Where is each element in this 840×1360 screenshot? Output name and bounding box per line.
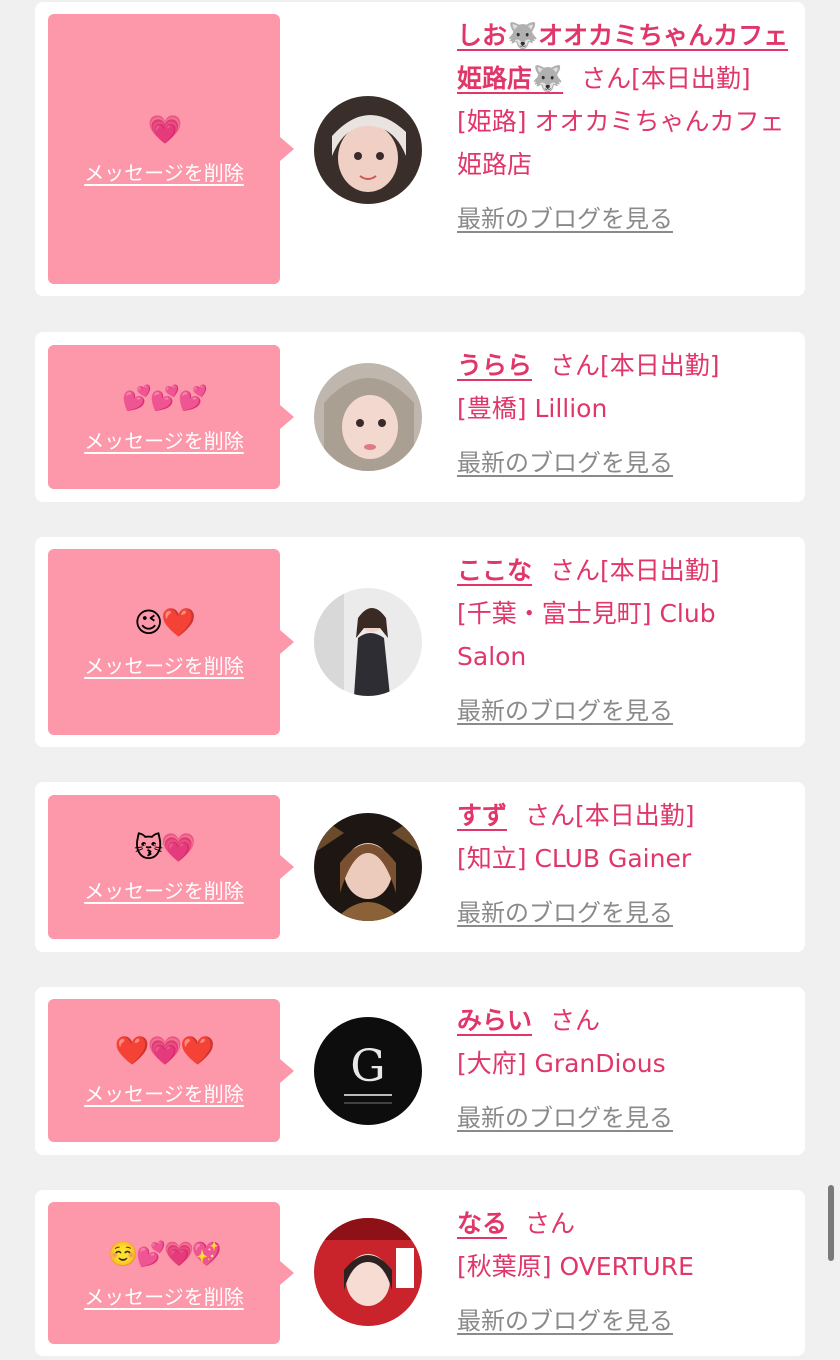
message-emoji: 😽💗	[133, 830, 196, 864]
profile-name-link[interactable]: すず	[457, 801, 507, 830]
delete-message-link[interactable]: メッセージを削除	[84, 1281, 244, 1310]
message-card: 😉❤️ メッセージを削除 ここな さん[本日出勤] [千葉・富士見町] Club …	[35, 537, 805, 747]
avatar[interactable]	[314, 1218, 422, 1326]
delete-message-link[interactable]: メッセージを削除	[84, 1078, 244, 1107]
avatar[interactable]	[314, 588, 422, 696]
profile-name-link[interactable]: みらい	[457, 1006, 532, 1035]
message-card: ☺️💕💗💖 メッセージを削除 なる さん [秋葉原] OVERTURE 最新のブロ…	[35, 1190, 805, 1356]
avatar[interactable]	[314, 813, 422, 921]
honorific: さん	[525, 1209, 576, 1238]
profile-info: うらら さん[本日出勤] [豊橋] Lillion 最新のブログを見る	[457, 344, 792, 485]
latest-blog-link[interactable]: 最新のブログを見る	[457, 892, 792, 935]
shop-label: [知立] CLUB Gainer	[457, 844, 692, 873]
latest-blog-link[interactable]: 最新のブログを見る	[457, 1300, 792, 1343]
honorific: さん	[550, 351, 601, 380]
message-bubble: ❤️💗❤️ メッセージを削除	[48, 999, 294, 1142]
profile-info: みらい さん [大府] GranDious 最新のブログを見る	[457, 999, 792, 1140]
message-bubble: 😉❤️ メッセージを削除	[48, 549, 294, 735]
message-emoji: 💗	[147, 112, 183, 146]
delete-message-link[interactable]: メッセージを削除	[84, 157, 244, 186]
shop-label: [秋葉原] OVERTURE	[457, 1252, 694, 1281]
shop-label: [千葉・富士見町] Club Salon	[457, 599, 716, 671]
delete-message-link[interactable]: メッセージを削除	[84, 425, 244, 454]
shop-label: [姫路] オオカミちゃんカフェ姫路店	[457, 107, 785, 179]
shop-label: [豊橋] Lillion	[457, 394, 608, 423]
scrollbar[interactable]	[828, 1185, 834, 1261]
message-card: 💗 メッセージを削除 しお🐺オオカミちゃんカフェ姫路店🐺 さん[本日出勤] [姫路…	[35, 2, 805, 296]
profile-info: しお🐺オオカミちゃんカフェ姫路店🐺 さん[本日出勤] [姫路] オオカミちゃんカフ…	[457, 14, 792, 241]
profile-info: なる さん [秋葉原] OVERTURE 最新のブログを見る	[457, 1202, 792, 1343]
delete-message-link[interactable]: メッセージを削除	[84, 875, 244, 904]
work-status: [本日出勤]	[631, 64, 751, 93]
latest-blog-link[interactable]: 最新のブログを見る	[457, 442, 792, 485]
profile-info: すず さん[本日出勤] [知立] CLUB Gainer 最新のブログを見る	[457, 794, 792, 935]
work-status: [本日出勤]	[575, 801, 695, 830]
avatar[interactable]	[314, 363, 422, 471]
honorific: さん	[550, 1006, 601, 1035]
honorific: さん	[525, 801, 576, 830]
message-emoji: ☺️💕💗💖	[108, 1239, 222, 1268]
message-bubble: ☺️💕💗💖 メッセージを削除	[48, 1202, 294, 1344]
message-bubble: 💗 メッセージを削除	[48, 14, 294, 284]
avatar[interactable]	[314, 96, 422, 204]
message-bubble: 😽💗 メッセージを削除	[48, 795, 294, 939]
profile-name-link[interactable]: なる	[457, 1209, 507, 1238]
message-emoji: 😉❤️	[133, 605, 196, 639]
honorific: さん	[550, 556, 601, 585]
message-emoji: 💕💕💕	[122, 383, 208, 412]
honorific: さん	[581, 64, 632, 93]
message-card: 💕💕💕 メッセージを削除 うらら さん[本日出勤] [豊橋] Lillion 最新…	[35, 332, 805, 502]
latest-blog-link[interactable]: 最新のブログを見る	[457, 690, 792, 733]
shop-label: [大府] GranDious	[457, 1049, 666, 1078]
work-status: [本日出勤]	[600, 351, 720, 380]
message-bubble: 💕💕💕 メッセージを削除	[48, 345, 294, 489]
avatar[interactable]: G	[314, 1017, 422, 1125]
work-status: [本日出勤]	[600, 556, 720, 585]
latest-blog-link[interactable]: 最新のブログを見る	[457, 198, 792, 241]
profile-name-link[interactable]: うらら	[457, 351, 532, 380]
profile-info: ここな さん[本日出勤] [千葉・富士見町] Club Salon 最新のブログを…	[457, 549, 792, 733]
latest-blog-link[interactable]: 最新のブログを見る	[457, 1097, 792, 1140]
message-card: ❤️💗❤️ メッセージを削除 G みらい さん [大府] GranDious 最新…	[35, 987, 805, 1155]
message-emoji: ❤️💗❤️	[114, 1034, 216, 1067]
svg-text:G: G	[350, 1041, 385, 1092]
delete-message-link[interactable]: メッセージを削除	[84, 650, 244, 679]
message-card: 😽💗 メッセージを削除 すず さん[本日出勤] [知立] CLUB Gainer …	[35, 782, 805, 952]
profile-name-link[interactable]: ここな	[457, 556, 532, 585]
